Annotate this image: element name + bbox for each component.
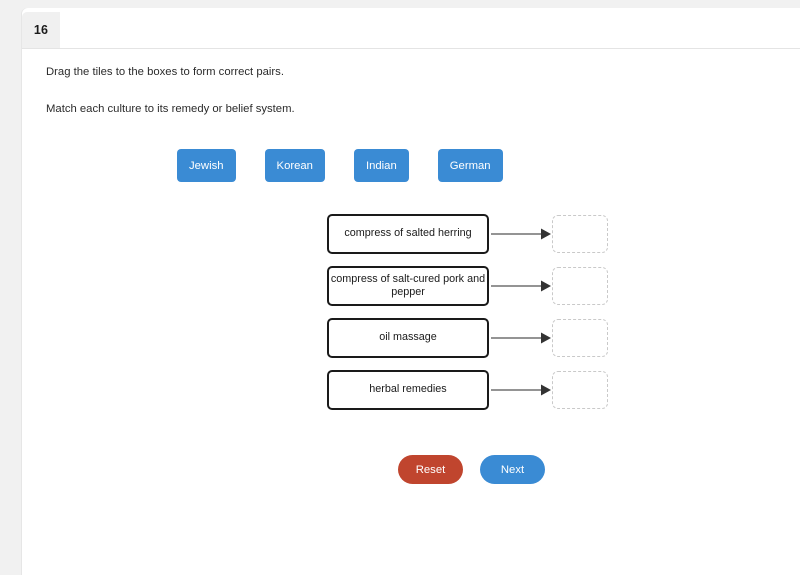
drop-box-3[interactable]: [552, 319, 608, 357]
question-header: 16: [22, 12, 800, 49]
arrow-icon: [489, 224, 552, 244]
reset-button[interactable]: Reset: [398, 455, 463, 484]
question-number-tab: 16: [22, 12, 60, 48]
prompt-box-2: compress of salt-cured pork and pepper: [327, 266, 489, 306]
prompt-box-1: compress of salted herring: [327, 214, 489, 254]
question-screen: 16 Drag the tiles to the boxes to form c…: [0, 0, 800, 575]
tile-indian[interactable]: Indian: [353, 149, 409, 182]
table-row: oil massage: [327, 318, 608, 358]
drop-box-1[interactable]: [552, 215, 608, 253]
tile-korean[interactable]: Korean: [264, 149, 325, 182]
arrow-icon: [489, 380, 552, 400]
instruction-line-1: Drag the tiles to the boxes to form corr…: [46, 66, 284, 78]
draggable-tiles: Jewish Korean Indian German: [177, 149, 503, 182]
prompt-box-3: oil massage: [327, 318, 489, 358]
table-row: compress of salt-cured pork and pepper: [327, 266, 608, 306]
drop-box-2[interactable]: [552, 267, 608, 305]
question-card: 16 Drag the tiles to the boxes to form c…: [22, 8, 800, 575]
instruction-line-2: Match each culture to its remedy or beli…: [46, 103, 295, 115]
tile-jewish[interactable]: Jewish: [177, 149, 236, 182]
action-buttons: Reset Next: [398, 455, 545, 484]
arrow-icon: [489, 276, 552, 296]
table-row: compress of salted herring: [327, 214, 608, 254]
drop-box-4[interactable]: [552, 371, 608, 409]
prompt-box-4: herbal remedies: [327, 370, 489, 410]
arrow-icon: [489, 328, 552, 348]
tile-german[interactable]: German: [437, 149, 503, 182]
match-rows: compress of salted herring compress of s…: [327, 214, 608, 422]
next-button[interactable]: Next: [480, 455, 545, 484]
table-row: herbal remedies: [327, 370, 608, 410]
